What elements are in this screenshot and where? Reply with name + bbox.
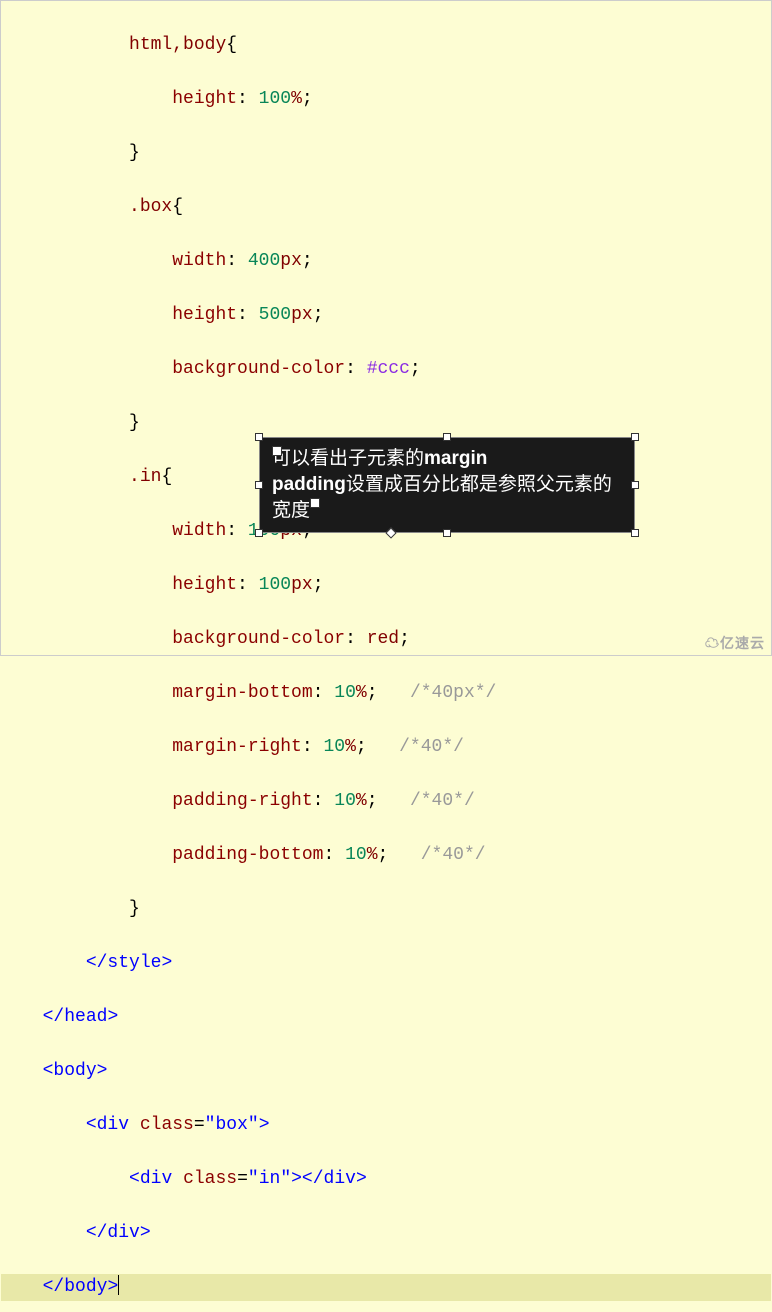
code-line: .box{ — [1, 194, 771, 221]
code-line: } — [1, 410, 771, 437]
resize-handle[interactable] — [631, 433, 639, 441]
code-line: <div class="box"> — [1, 1112, 771, 1139]
code-line: <div class="in"></div> — [1, 1166, 771, 1193]
code-line: } — [1, 896, 771, 923]
text-cursor — [118, 1275, 119, 1295]
code-line: </div> — [1, 1220, 771, 1247]
watermark-logo: ☁亿速云 — [705, 633, 765, 653]
code-line: } — [1, 140, 771, 167]
resize-handle[interactable] — [443, 433, 451, 441]
code-editor: html,body{ height: 100%; } .box{ width: … — [1, 1, 771, 1312]
code-line: padding-bottom: 10%; /*40*/ — [1, 842, 771, 869]
resize-handle[interactable] — [255, 481, 263, 489]
code-line-active[interactable]: </body> — [1, 1274, 771, 1301]
resize-handle[interactable] — [631, 481, 639, 489]
code-line: html,body{ — [1, 32, 771, 59]
code-line: width: 400px; — [1, 248, 771, 275]
code-line: padding-right: 10%; /*40*/ — [1, 788, 771, 815]
resize-handle[interactable] — [255, 433, 263, 441]
tooltip-text: 可以看出子元素的marginpadding设置成百分比都是参照父元素的宽度 — [272, 448, 612, 521]
code-line: </style> — [1, 950, 771, 977]
code-line: height: 100px; — [1, 572, 771, 599]
resize-handle[interactable] — [255, 529, 263, 537]
code-line: background-color: #ccc; — [1, 356, 771, 383]
code-line: background-color: red; — [1, 626, 771, 653]
code-line: height: 100%; — [1, 86, 771, 113]
resize-handle[interactable] — [443, 529, 451, 537]
code-line: margin-bottom: 10%; /*40px*/ — [1, 680, 771, 707]
annotation-tooltip[interactable]: 可以看出子元素的marginpadding设置成百分比都是参照父元素的宽度 — [259, 437, 635, 533]
resize-handle[interactable] — [631, 529, 639, 537]
code-line: </head> — [1, 1004, 771, 1031]
code-line: height: 500px; — [1, 302, 771, 329]
code-line: margin-right: 10%; /*40*/ — [1, 734, 771, 761]
code-line: <body> — [1, 1058, 771, 1085]
